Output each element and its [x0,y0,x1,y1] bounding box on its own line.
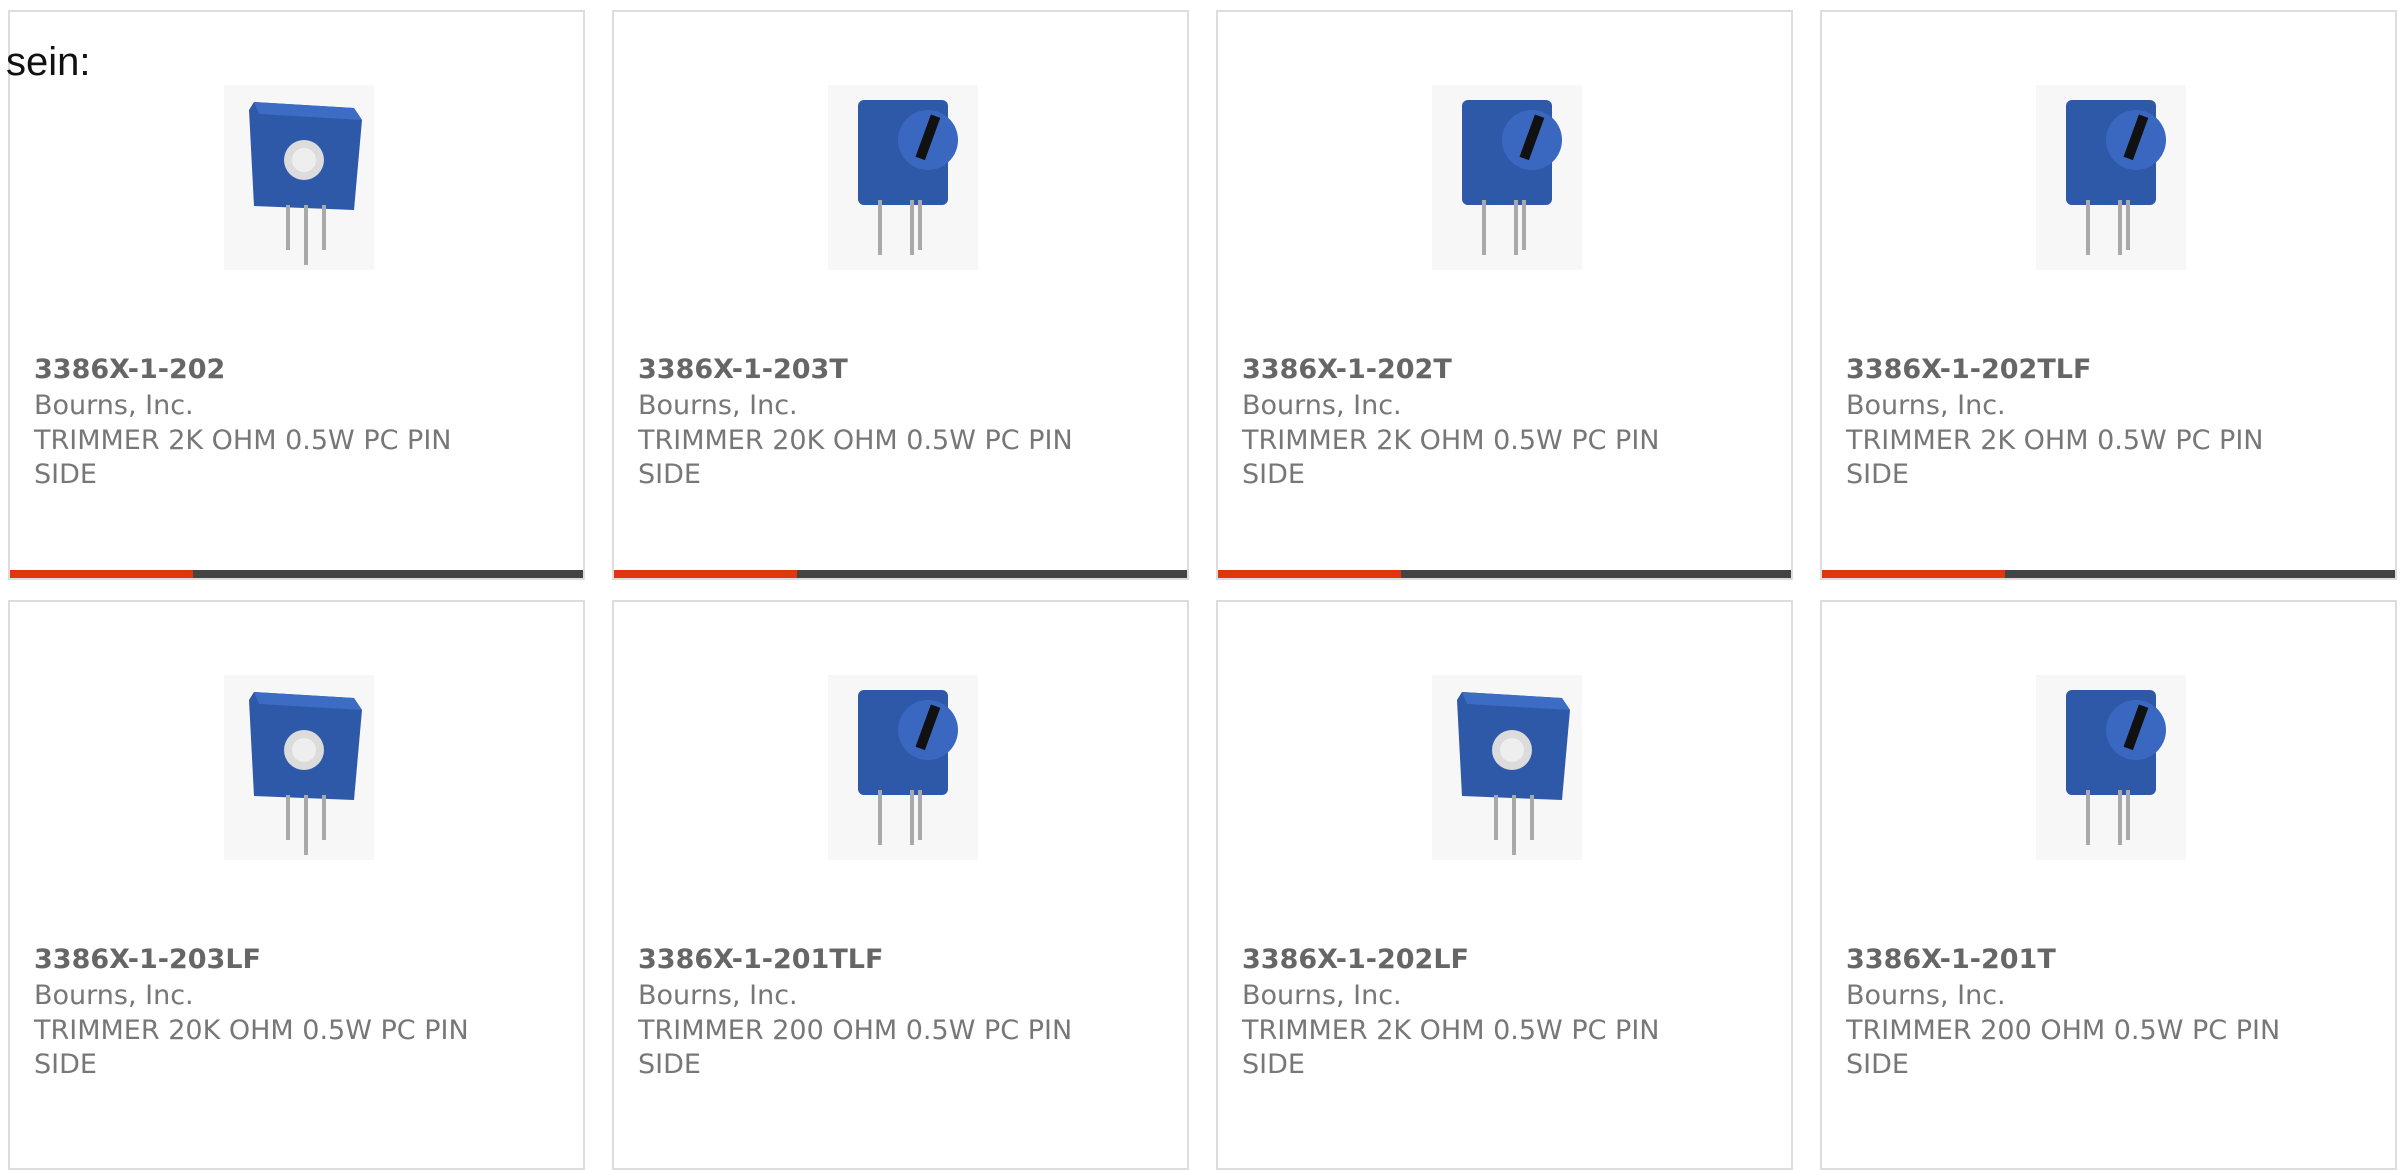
trimmer-side-adjust-icon[interactable] [803,80,1003,280]
trimmer-top-adjust-icon[interactable] [199,80,399,280]
manufacturer-label: Bourns, Inc. [1846,390,2006,421]
part-number-link[interactable]: 3386X-1-202T [1242,354,1452,385]
trimmer-side-adjust-icon[interactable] [1407,80,1607,280]
part-number-link[interactable]: 3386X-1-201TLF [638,944,883,975]
progress-bar [614,570,1187,578]
part-number-link[interactable]: 3386X-1-201T [1846,944,2056,975]
intro-text: sein: [6,40,91,84]
manufacturer-label: Bourns, Inc. [638,390,798,421]
product-description: TRIMMER 2K OHM 0.5W PC PIN SIDE [1846,425,2264,490]
product-description: TRIMMER 20K OHM 0.5W PC PIN SIDE [34,1015,469,1080]
part-number-link[interactable]: 3386X-1-202LF [1242,944,1469,975]
trimmer-side-adjust-icon[interactable] [2011,670,2211,870]
progress-bar [10,570,583,578]
progress-fill [1822,570,2006,578]
manufacturer-label: Bourns, Inc. [1846,980,2006,1011]
trimmer-side-adjust-icon[interactable] [803,670,1003,870]
progress-bar [1218,570,1791,578]
product-description: TRIMMER 200 OHM 0.5W PC PIN SIDE [638,1015,1073,1080]
manufacturer-label: Bourns, Inc. [638,980,798,1011]
manufacturer-label: Bourns, Inc. [1242,390,1402,421]
progress-bar [1822,570,2395,578]
product-card[interactable]: 3386X-1-201T Bourns, Inc. TRIMMER 200 OH… [1820,600,2397,1170]
progress-fill [10,570,194,578]
part-number-link[interactable]: 3386X-1-202 [34,354,225,385]
product-description: TRIMMER 20K OHM 0.5W PC PIN SIDE [638,425,1073,490]
trimmer-side-adjust-icon[interactable] [2011,80,2211,280]
product-card[interactable]: 3386X-1-202T Bourns, Inc. TRIMMER 2K OHM… [1216,10,1793,580]
product-card[interactable]: 3386X-1-203LF Bourns, Inc. TRIMMER 20K O… [8,600,585,1170]
product-description: TRIMMER 2K OHM 0.5W PC PIN SIDE [34,425,452,490]
part-number-link[interactable]: 3386X-1-202TLF [1846,354,2091,385]
part-number-link[interactable]: 3386X-1-203T [638,354,848,385]
product-card[interactable]: 3386X-1-203T Bourns, Inc. TRIMMER 20K OH… [612,10,1189,580]
product-card[interactable]: 3386X-1-202 Bourns, Inc. TRIMMER 2K OHM … [8,10,585,580]
trimmer-top-adjust-icon[interactable] [1407,670,1607,870]
product-description: TRIMMER 200 OHM 0.5W PC PIN SIDE [1846,1015,2281,1080]
manufacturer-label: Bourns, Inc. [34,390,194,421]
trimmer-top-adjust-icon[interactable] [199,670,399,870]
progress-fill [614,570,798,578]
progress-fill [1218,570,1402,578]
product-card[interactable]: 3386X-1-202LF Bourns, Inc. TRIMMER 2K OH… [1216,600,1793,1170]
product-description: TRIMMER 2K OHM 0.5W PC PIN SIDE [1242,425,1660,490]
part-number-link[interactable]: 3386X-1-203LF [34,944,261,975]
product-card[interactable]: 3386X-1-201TLF Bourns, Inc. TRIMMER 200 … [612,600,1189,1170]
product-description: TRIMMER 2K OHM 0.5W PC PIN SIDE [1242,1015,1660,1080]
product-card[interactable]: 3386X-1-202TLF Bourns, Inc. TRIMMER 2K O… [1820,10,2397,580]
manufacturer-label: Bourns, Inc. [1242,980,1402,1011]
manufacturer-label: Bourns, Inc. [34,980,194,1011]
